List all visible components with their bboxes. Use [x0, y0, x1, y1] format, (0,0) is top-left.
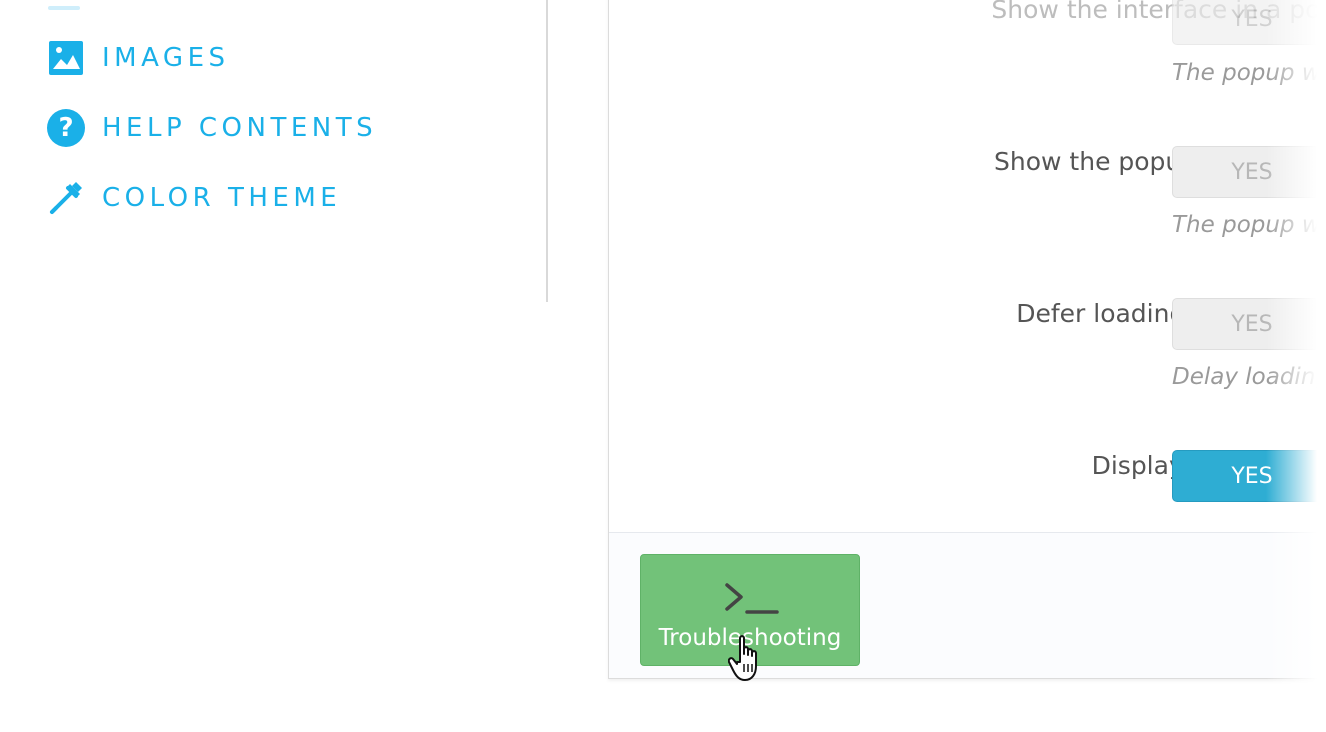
- help-text-popup-on-load: The popup wi: [1172, 212, 1326, 238]
- nav-item-help-contents[interactable]: ? HELP CONTENTS: [46, 108, 377, 148]
- toggle-yes-label: YES: [1231, 463, 1273, 489]
- hand-cursor-icon: [728, 635, 757, 681]
- toggle-yes-label: YES: [1231, 6, 1273, 32]
- terminal-icon: [725, 583, 779, 614]
- toggle-defer-loading[interactable]: YES: [1172, 298, 1326, 350]
- toggle-popup-interface[interactable]: YES: [1172, 0, 1326, 45]
- nav-divider: [546, 0, 548, 302]
- toggle-total-price[interactable]: YES: [1172, 450, 1326, 502]
- nav-item-label: COLOR THEME: [102, 183, 342, 213]
- nav-item-color-theme[interactable]: COLOR THEME: [46, 178, 341, 218]
- eyedropper-icon: [46, 178, 86, 218]
- svg-text:?: ?: [58, 113, 73, 143]
- toggle-yes-label: YES: [1231, 311, 1273, 337]
- page: IMAGES ? HELP CONTENTS COLOR THEME Show …: [0, 0, 1326, 732]
- question-circle-icon: ?: [46, 108, 86, 148]
- help-text-defer-loading: Delay loading: [1172, 364, 1326, 390]
- help-text-popup-interface: The popup wi: [1172, 60, 1326, 86]
- nav-item-label: HELP CONTENTS: [102, 113, 378, 143]
- toggle-popup-on-load[interactable]: YES: [1172, 146, 1326, 198]
- nav-item-images[interactable]: IMAGES: [46, 38, 230, 78]
- nav-item-label: IMAGES: [102, 43, 230, 73]
- image-icon: [46, 38, 86, 78]
- nav-item-cut-off: [48, 6, 80, 10]
- toggle-yes-label: YES: [1231, 159, 1273, 185]
